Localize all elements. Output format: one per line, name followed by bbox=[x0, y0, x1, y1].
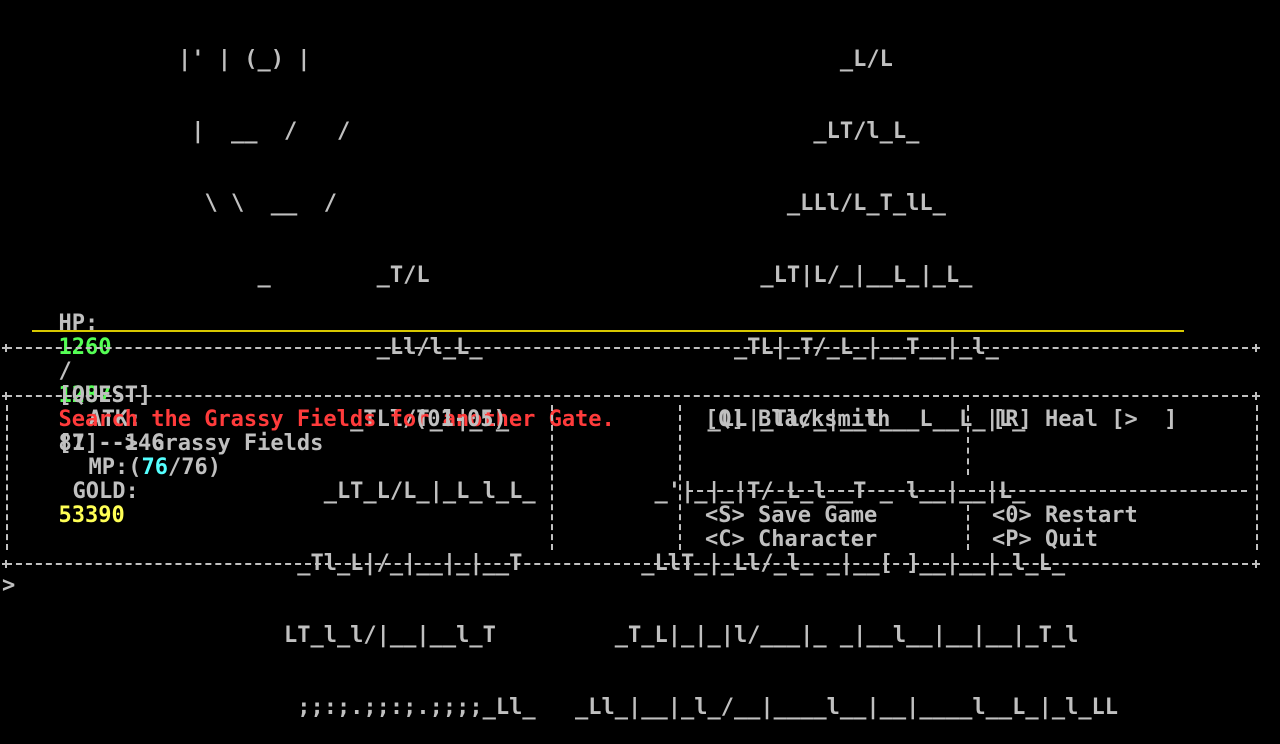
mp-open: ( bbox=[128, 455, 142, 480]
art-line: _LLl/L_T_lL_ bbox=[575, 191, 946, 216]
frame-corner bbox=[2, 344, 10, 352]
art-line: _LT/l_L_ bbox=[575, 119, 920, 144]
column-divider bbox=[967, 505, 969, 550]
art-line: _'|_|_|T/_L_l__T _ l__|__|L_ bbox=[575, 479, 1026, 504]
frame-corner bbox=[2, 392, 10, 400]
gold-value: 53390 bbox=[58, 503, 125, 528]
submenu-divider bbox=[687, 490, 1247, 492]
art-line: _ _T/L bbox=[178, 263, 430, 288]
command-prompt[interactable]: > bbox=[2, 574, 15, 598]
mp-rest: /76) bbox=[168, 455, 221, 480]
mp-current: 76 bbox=[141, 455, 169, 480]
blacksmith-option[interactable]: [Q] Blacksmith bbox=[705, 408, 890, 432]
art-line: ;;:;.;;:;.;;;;_Ll_ bbox=[178, 695, 536, 720]
frame-corner bbox=[1252, 344, 1260, 352]
frame-bottom-line bbox=[6, 563, 1258, 565]
art-line: _LT|L/_|__L_|_L_ bbox=[575, 263, 973, 288]
frame-corner bbox=[1252, 560, 1260, 568]
destination-option[interactable]: [1] -> Grassy Fields bbox=[32, 408, 324, 456]
art-line: _LT_L/L_|_L_l_L_ bbox=[178, 479, 536, 504]
ascii-art-right: _L/L _LT/l_L_ _LLl/L_T_lL_ _LT|L/_|__L_|… bbox=[575, 0, 1118, 744]
mp-label: MP: bbox=[88, 455, 129, 480]
frame-mid-line bbox=[6, 395, 1258, 397]
restart-option[interactable]: <0> Restart bbox=[992, 504, 1138, 528]
stats-divider bbox=[32, 330, 1184, 332]
destination-label: [1] -> Grassy Fields bbox=[58, 431, 324, 456]
gold-label: GOLD: bbox=[72, 479, 139, 504]
frame-corner bbox=[2, 560, 10, 568]
hp-label: HP: bbox=[58, 311, 99, 336]
level-range: (01-05) bbox=[414, 407, 507, 432]
heal-option[interactable]: [R] Heal [> ] bbox=[992, 408, 1177, 432]
frame-corner bbox=[1252, 392, 1260, 400]
column-divider bbox=[967, 405, 969, 475]
art-line: LT_l_l/|__|__l_T bbox=[178, 623, 496, 648]
frame-right-edge bbox=[1256, 405, 1258, 550]
frame-left-edge bbox=[6, 405, 8, 550]
art-line: \ \ __ / bbox=[178, 191, 337, 216]
column-divider bbox=[679, 405, 681, 550]
art-line: _T_L|_|_|l/___|_ _|__l__|__|__|_T_l bbox=[575, 623, 1079, 648]
art-line: _L/L bbox=[575, 47, 893, 72]
character-option[interactable]: <C> Character bbox=[705, 528, 877, 552]
frame-top-line bbox=[6, 347, 1258, 349]
quit-option[interactable]: <P> Quit bbox=[992, 528, 1098, 552]
save-option[interactable]: <S> Save Game bbox=[705, 504, 877, 528]
column-divider bbox=[551, 405, 553, 550]
art-line: _Ll_|__|_l_/__|____l__|__|____l__L_|_l_L… bbox=[575, 695, 1119, 720]
art-line: | __ / / bbox=[178, 119, 351, 144]
art-line: |' | (_) | bbox=[178, 47, 311, 72]
